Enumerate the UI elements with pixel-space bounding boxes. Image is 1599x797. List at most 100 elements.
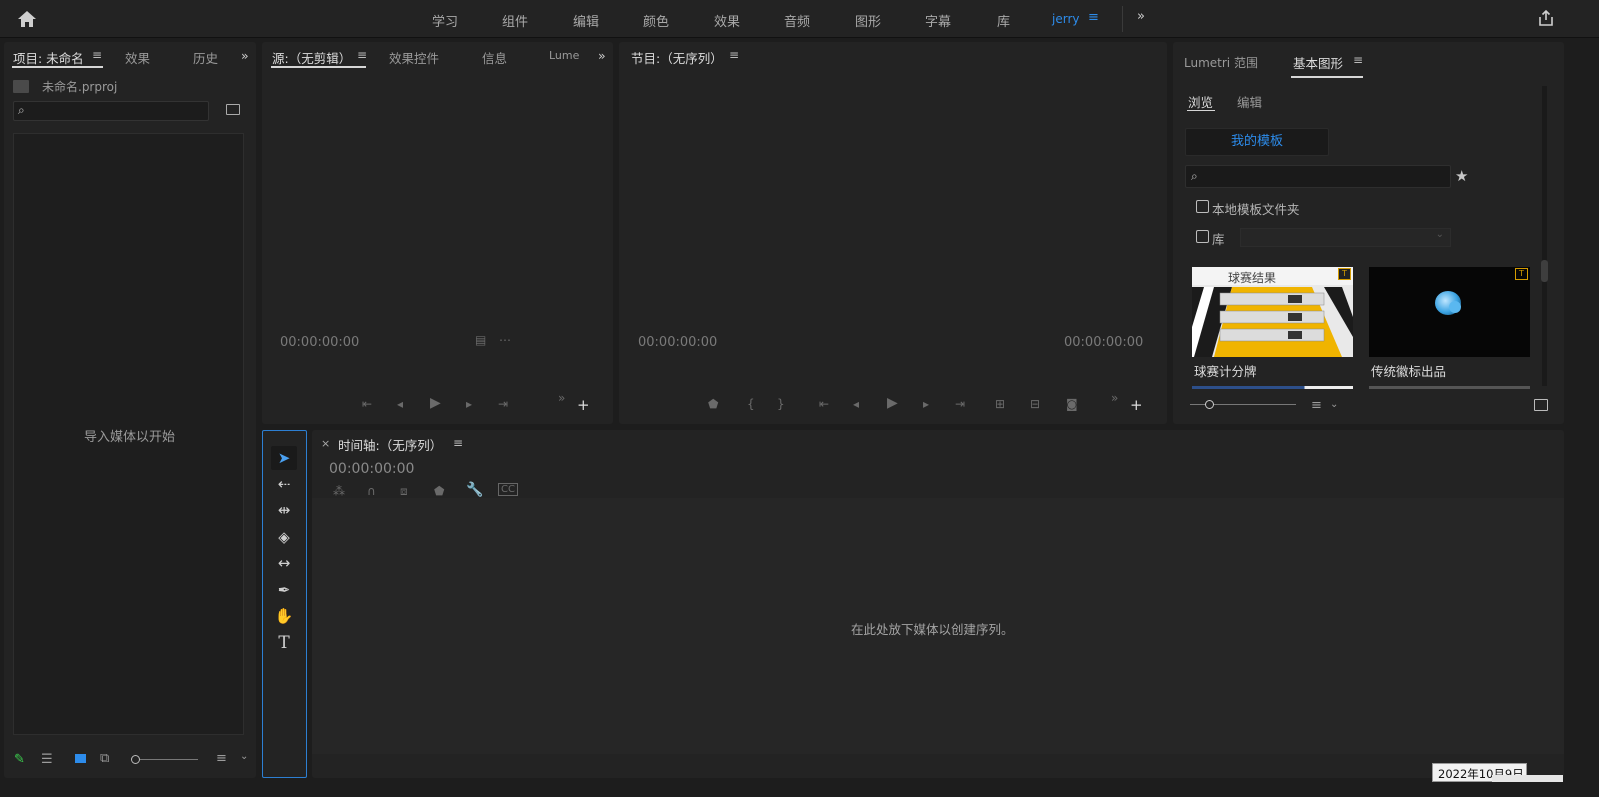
workspace-captions[interactable]: 字幕 — [925, 11, 951, 30]
local-templates-checkbox[interactable] — [1196, 200, 1209, 213]
timeline-drop-area[interactable]: 在此处放下媒体以创建序列。 — [312, 498, 1564, 754]
razor-tool-icon[interactable]: ◈ — [271, 525, 297, 549]
snap-icon[interactable]: ∩ — [367, 484, 376, 498]
icon-view-icon[interactable] — [75, 754, 86, 763]
workspace-menu-icon[interactable]: ≡ — [1088, 10, 1099, 25]
workspace-color[interactable]: 颜色 — [643, 11, 669, 30]
export-frame-icon[interactable]: ◙ — [1066, 397, 1078, 411]
add-marker-icon[interactable]: ⬟ — [434, 484, 444, 498]
workspace-learn[interactable]: 学习 — [432, 11, 458, 30]
step-back-icon[interactable]: ◂ — [397, 397, 403, 411]
panel-menu-icon[interactable]: ≡ — [1353, 53, 1363, 67]
wrench-icon[interactable]: 🔧 — [466, 482, 483, 498]
close-icon[interactable]: × — [321, 437, 330, 450]
template-thumbnail-logo[interactable]: T — [1369, 267, 1530, 357]
scrollbar-thumb[interactable] — [1541, 260, 1548, 282]
workspace-assembly[interactable]: 组件 — [502, 11, 528, 30]
panel-menu-icon[interactable]: ≡ — [92, 48, 102, 62]
project-media-area[interactable]: 导入媒体以开始 — [13, 133, 244, 735]
library-dropdown[interactable]: ⌄ — [1240, 228, 1451, 247]
source-timecode[interactable]: 00:00:00:00 — [280, 335, 359, 350]
type-tool-icon[interactable]: T — [271, 631, 297, 655]
lift-icon[interactable]: ⊞ — [995, 397, 1005, 411]
tab-info[interactable]: 信息 — [482, 48, 507, 67]
library-checkbox[interactable] — [1196, 230, 1209, 243]
list-view-icon[interactable]: ☰ — [41, 752, 53, 767]
template-thumbnail-scoreboard[interactable]: 球赛结果 T — [1192, 267, 1353, 357]
new-item-icon[interactable] — [1534, 399, 1548, 411]
workspace-audio[interactable]: 音频 — [784, 11, 810, 30]
tab-effect-controls[interactable]: 效果控件 — [389, 48, 439, 67]
workspace-graphics[interactable]: 图形 — [855, 11, 881, 30]
program-playhead-timecode[interactable]: 00:00:00:00 — [638, 335, 717, 350]
freeform-view-icon[interactable]: ⧉ — [100, 751, 109, 766]
tab-essential-graphics[interactable]: 基本图形 — [1293, 53, 1343, 72]
sort-icon[interactable]: ≡ — [1311, 398, 1322, 413]
extract-icon[interactable]: ⊟ — [1030, 397, 1040, 411]
selection-tool-icon[interactable]: ➤ — [271, 446, 297, 470]
go-to-in-icon[interactable]: ⇤ — [819, 397, 829, 411]
drag-video-icon[interactable]: ▤ — [475, 333, 486, 347]
go-to-in-icon[interactable]: ⇤ — [362, 397, 372, 411]
workspace-libraries[interactable]: 库 — [997, 11, 1010, 30]
new-bin-icon[interactable] — [226, 104, 240, 115]
subtab-browse[interactable]: 浏览 — [1188, 92, 1213, 111]
timeline-timecode[interactable]: 00:00:00:00 — [329, 461, 414, 477]
home-icon[interactable] — [17, 10, 37, 28]
step-forward-icon[interactable]: ▸ — [923, 397, 929, 411]
zoom-slider[interactable] — [132, 759, 198, 760]
search-input[interactable]: ⌕ — [13, 101, 209, 121]
captions-icon[interactable]: CC — [498, 483, 518, 496]
thumb-size-slider-handle[interactable] — [1205, 400, 1214, 409]
subtab-edit[interactable]: 编辑 — [1237, 92, 1262, 111]
more-tabs-icon[interactable]: » — [241, 48, 249, 63]
add-button-icon[interactable]: + — [577, 396, 590, 414]
my-templates-button[interactable]: 我的模板 — [1185, 128, 1329, 156]
tab-lumetri-scopes[interactable]: Lumetri 范围 — [1184, 54, 1258, 71]
go-to-out-icon[interactable]: ⇥ — [498, 397, 508, 411]
workspace-jerry[interactable]: jerry — [1052, 12, 1079, 26]
slip-tool-icon[interactable]: ↔ — [271, 551, 297, 575]
tab-effects[interactable]: 效果 — [125, 48, 150, 67]
panel-menu-icon[interactable]: ≡ — [729, 48, 739, 62]
hand-tool-icon[interactable]: ✋ — [271, 604, 297, 628]
go-to-out-icon[interactable]: ⇥ — [955, 397, 965, 411]
nest-icon[interactable]: ⁂ — [333, 484, 345, 498]
mark-out-icon[interactable]: } — [777, 397, 785, 411]
share-icon[interactable] — [1537, 9, 1555, 27]
sort-icon[interactable]: ≡ — [216, 751, 227, 766]
scrollbar-track[interactable] — [1542, 86, 1547, 386]
more-workspaces-icon[interactable]: » — [1137, 9, 1145, 24]
ripple-edit-tool-icon[interactable]: ⇹ — [271, 498, 297, 522]
tab-lumetri[interactable]: Lume — [549, 49, 579, 62]
tab-program[interactable]: 节目:（无序列） — [631, 48, 723, 67]
play-icon[interactable]: ▶ — [887, 395, 898, 411]
pencil-icon[interactable]: ✎ — [14, 752, 25, 767]
tab-project[interactable]: 项目: 未命名 — [13, 48, 84, 67]
track-select-tool-icon[interactable]: ⇠ — [271, 472, 297, 496]
panel-menu-icon[interactable]: ≡ — [453, 436, 463, 450]
step-back-icon[interactable]: ◂ — [853, 397, 859, 411]
more-controls-icon[interactable]: » — [1111, 391, 1118, 405]
linked-selection-icon[interactable]: ⧈ — [400, 484, 408, 499]
play-icon[interactable]: ▶ — [430, 395, 441, 411]
workspace-editing[interactable]: 编辑 — [573, 11, 599, 30]
tab-source[interactable]: 源:（无剪辑） — [272, 48, 351, 67]
template-search-input[interactable]: ⌕ — [1185, 165, 1451, 188]
chevron-down-icon[interactable]: ⌄ — [1330, 399, 1338, 410]
marker-icon[interactable]: ⬟ — [708, 397, 718, 411]
workspace-effects[interactable]: 效果 — [714, 11, 740, 30]
more-controls-icon[interactable]: » — [558, 391, 565, 405]
chevron-down-icon[interactable]: ⌄ — [240, 751, 248, 762]
more-tabs-icon[interactable]: » — [598, 48, 606, 63]
tab-history[interactable]: 历史 — [193, 48, 218, 67]
panel-menu-icon[interactable]: ≡ — [357, 48, 367, 62]
drag-audio-icon[interactable]: ⋯ — [499, 333, 511, 347]
add-button-icon[interactable]: + — [1130, 396, 1143, 414]
zoom-slider-handle[interactable] — [131, 755, 140, 764]
step-forward-icon[interactable]: ▸ — [466, 397, 472, 411]
tab-timeline[interactable]: 时间轴:（无序列） — [338, 435, 442, 454]
pen-tool-icon[interactable]: ✒ — [271, 578, 297, 602]
star-icon[interactable]: ★ — [1455, 167, 1468, 185]
mark-in-icon[interactable]: { — [747, 397, 755, 411]
